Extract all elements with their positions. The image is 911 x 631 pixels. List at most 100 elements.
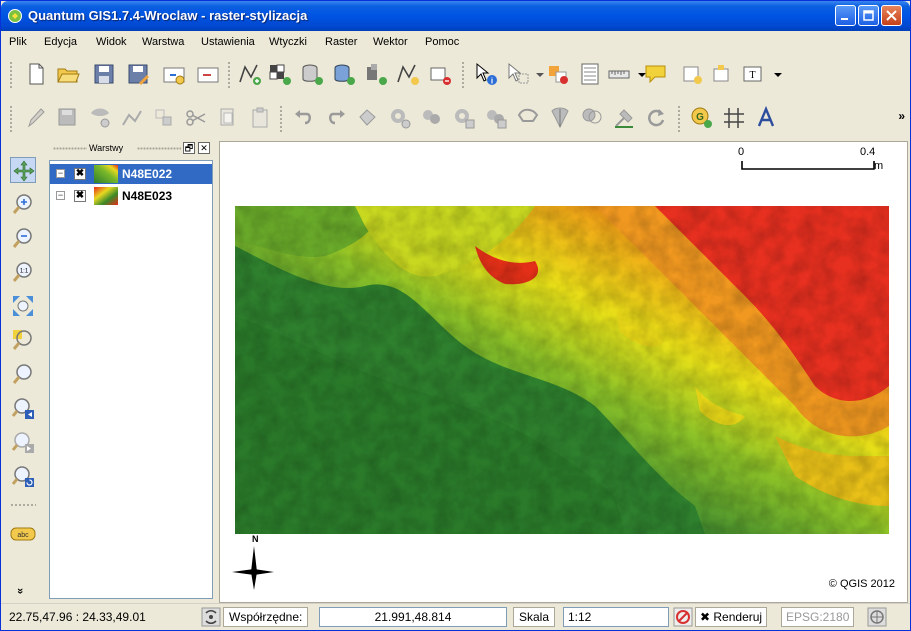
toolbar-grip[interactable] bbox=[677, 105, 681, 133]
save-project-button[interactable] bbox=[91, 61, 117, 87]
measure-dropdown-button[interactable] bbox=[629, 61, 646, 87]
save-edits-button[interactable] bbox=[55, 105, 81, 131]
folder-open-icon bbox=[57, 68, 80, 83]
zoom-to-selection-button[interactable] bbox=[10, 327, 36, 353]
layers-panel-header[interactable]: Warstwy 🗗 ✕ bbox=[49, 141, 213, 157]
show-bookmarks-button[interactable] bbox=[709, 61, 735, 87]
open-project-button[interactable] bbox=[55, 61, 81, 87]
select-dropdown-button[interactable] bbox=[527, 61, 544, 87]
grid-button[interactable] bbox=[721, 105, 747, 131]
stop-render-icon[interactable] bbox=[673, 607, 693, 627]
map-canvas[interactable]: 0 0.4 m N © QGIS 2012 bbox=[219, 141, 908, 603]
close-panel-button[interactable]: ✕ bbox=[198, 142, 210, 154]
copy-features-button[interactable] bbox=[215, 105, 241, 131]
delete-ring-button[interactable] bbox=[451, 105, 477, 131]
scale-field[interactable]: 1:12 bbox=[563, 607, 669, 627]
label-icon: G bbox=[691, 107, 712, 128]
menu-wtyczki[interactable]: Wtyczki bbox=[269, 36, 307, 48]
rotate-icon bbox=[648, 109, 665, 127]
deselect-button[interactable] bbox=[545, 61, 571, 87]
move-feature-button[interactable] bbox=[183, 105, 209, 131]
pan-button[interactable] bbox=[10, 157, 36, 183]
save-as-button[interactable] bbox=[125, 61, 151, 87]
render-checkbox[interactable]: ✖ Renderuj bbox=[695, 607, 768, 627]
layer-item-n48e022[interactable]: − ✖ N48E022 bbox=[50, 164, 212, 184]
layer-visibility-checkbox[interactable]: ✖ bbox=[74, 190, 86, 202]
zoom-actual-size-button[interactable]: 1:1 bbox=[10, 259, 36, 285]
remove-layer-button[interactable] bbox=[427, 61, 453, 87]
refresh-button[interactable] bbox=[10, 463, 36, 489]
reshape-features-button[interactable] bbox=[515, 105, 541, 131]
title-bar[interactable]: Quantum GIS1.7.4-Wroclaw - raster-styliz… bbox=[1, 1, 910, 31]
zoom-to-layer-button[interactable] bbox=[10, 361, 36, 387]
composer-manager-button[interactable] bbox=[195, 61, 221, 87]
maximize-button[interactable] bbox=[858, 5, 879, 26]
zoom-in-button[interactable] bbox=[10, 191, 36, 217]
crs-status-button[interactable]: EPSG:2180 bbox=[781, 607, 855, 627]
attribute-table-button[interactable] bbox=[577, 61, 603, 87]
add-wms-layer-button[interactable] bbox=[363, 61, 389, 87]
rotate-feature-button[interactable] bbox=[643, 105, 669, 131]
add-ring-button[interactable] bbox=[387, 105, 413, 131]
add-part-button[interactable] bbox=[419, 105, 445, 131]
menu-pomoc[interactable]: Pomoc bbox=[425, 36, 459, 48]
new-print-composer-button[interactable] bbox=[161, 61, 187, 87]
add-vector-layer-button[interactable] bbox=[237, 61, 263, 87]
coordinate-capture-icon[interactable] bbox=[201, 607, 221, 627]
map-tips-button[interactable] bbox=[643, 61, 669, 87]
annotation-dropdown-button[interactable] bbox=[765, 61, 782, 87]
collapse-toggle[interactable]: − bbox=[56, 191, 65, 200]
zoom-next-button[interactable] bbox=[10, 429, 36, 455]
split-features-button[interactable] bbox=[547, 105, 573, 131]
redo-button[interactable] bbox=[323, 105, 349, 131]
expand-toolbar-button[interactable]: » bbox=[14, 588, 26, 594]
label-tool-button[interactable]: G bbox=[689, 105, 715, 131]
layer-item-n48e023[interactable]: − ✖ N48E023 bbox=[50, 186, 212, 206]
undo-button[interactable] bbox=[291, 105, 317, 131]
menu-widok[interactable]: Widok bbox=[96, 36, 127, 48]
close-button[interactable] bbox=[881, 5, 902, 26]
capture-line-button[interactable] bbox=[119, 105, 145, 131]
toolbar-grip[interactable] bbox=[9, 105, 13, 133]
new-project-button[interactable] bbox=[23, 61, 49, 87]
merge-features-button[interactable] bbox=[579, 105, 605, 131]
delete-part-button[interactable] bbox=[483, 105, 509, 131]
new-bookmark-button[interactable] bbox=[679, 61, 705, 87]
toolbar-grip[interactable] bbox=[9, 61, 13, 89]
menu-plik[interactable]: Plik bbox=[9, 36, 27, 48]
labeling-button[interactable]: abc bbox=[10, 521, 36, 541]
zoom-out-button[interactable] bbox=[10, 225, 36, 251]
node-tool-button[interactable] bbox=[611, 105, 637, 131]
zoom-full-button[interactable] bbox=[10, 293, 36, 319]
menu-wektor[interactable]: Wektor bbox=[373, 36, 408, 48]
menu-raster[interactable]: Raster bbox=[325, 36, 357, 48]
minimize-button[interactable] bbox=[835, 5, 856, 26]
paste-features-button[interactable] bbox=[247, 105, 273, 131]
simplify-feature-button[interactable] bbox=[355, 105, 381, 131]
capture-point-button[interactable] bbox=[87, 105, 113, 131]
menu-ustawienia[interactable]: Ustawienia bbox=[201, 36, 255, 48]
add-raster-layer-button[interactable] bbox=[267, 61, 293, 87]
capture-polygon-button[interactable] bbox=[151, 105, 177, 131]
text-annotation-button[interactable]: T bbox=[741, 61, 767, 87]
coordinates-field[interactable]: 21.991,48.814 bbox=[319, 607, 507, 627]
zoom-last-button[interactable] bbox=[10, 395, 36, 421]
zoom-full-icon bbox=[13, 296, 33, 316]
toolbar-grip[interactable] bbox=[279, 105, 283, 133]
add-spatialite-layer-button[interactable] bbox=[331, 61, 357, 87]
toolbar-overflow-button[interactable]: » bbox=[898, 109, 905, 123]
projection-globe-icon[interactable] bbox=[867, 607, 887, 627]
collapse-toggle[interactable]: − bbox=[56, 169, 65, 178]
layer-visibility-checkbox[interactable]: ✖ bbox=[74, 168, 86, 180]
menu-warstwa[interactable]: Warstwa bbox=[142, 36, 184, 48]
identify-features-button[interactable]: i bbox=[473, 61, 499, 87]
toolbar-grip[interactable] bbox=[227, 61, 231, 89]
float-panel-button[interactable]: 🗗 bbox=[183, 142, 195, 154]
new-shapefile-button[interactable] bbox=[395, 61, 421, 87]
toggle-editing-button[interactable] bbox=[23, 105, 49, 131]
text-label-button[interactable] bbox=[753, 105, 779, 131]
add-postgis-layer-button[interactable] bbox=[299, 61, 325, 87]
toolbar-grip[interactable] bbox=[461, 61, 465, 89]
menu-edycja[interactable]: Edycja bbox=[44, 36, 77, 48]
toolbar-grip[interactable] bbox=[10, 503, 36, 507]
